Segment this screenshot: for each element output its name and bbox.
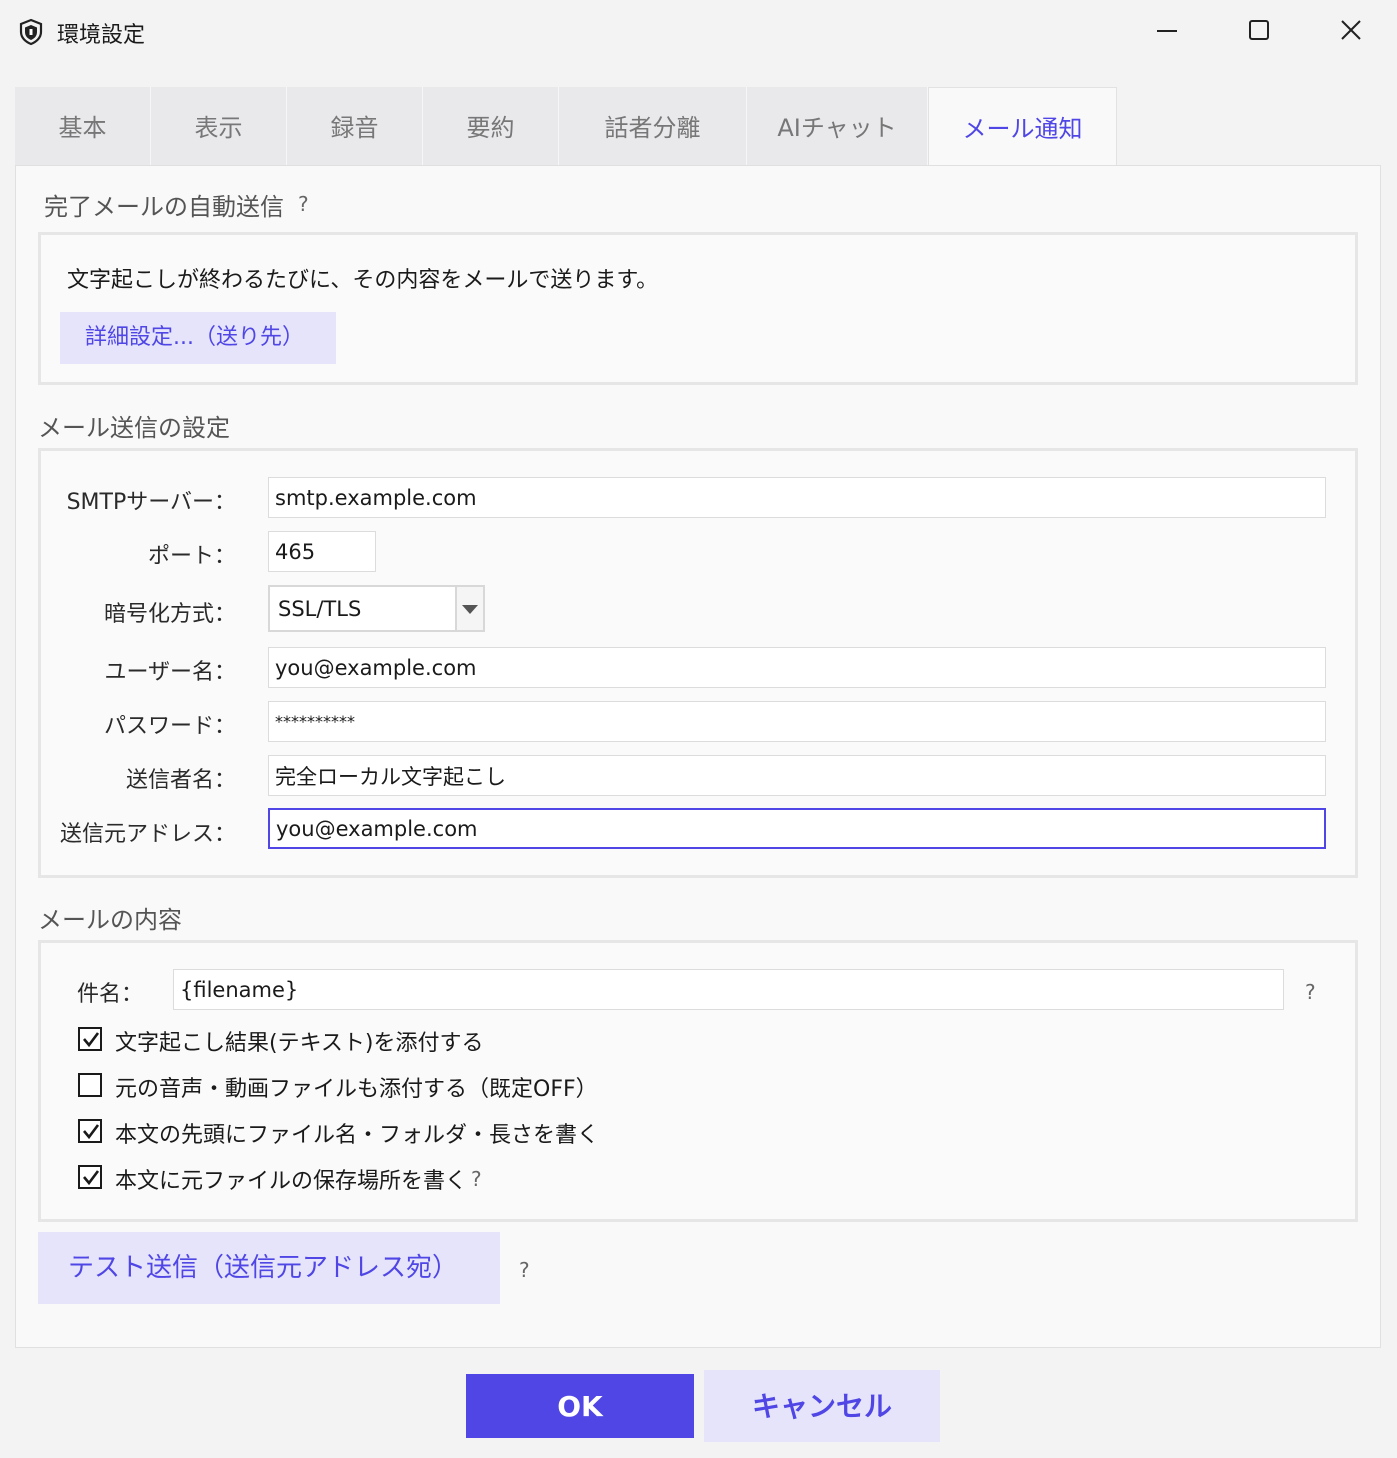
tab-basic[interactable]: 基本 <box>15 87 151 166</box>
chevron-down-icon[interactable] <box>455 587 483 630</box>
maximize-button[interactable] <box>1213 0 1305 62</box>
username-label: ユーザー名： <box>104 660 236 685</box>
tab-recording[interactable]: 録音 <box>287 87 423 166</box>
checkbox[interactable] <box>78 1165 102 1189</box>
subject-input[interactable] <box>173 969 1284 1010</box>
username-input[interactable] <box>268 647 1326 688</box>
option-label: 文字起こし結果(テキスト)を添付する <box>115 1031 484 1056</box>
checkbox[interactable] <box>78 1119 102 1143</box>
option-label: 本文の先頭にファイル名・フォルダ・長さを書く <box>115 1123 600 1148</box>
content-section-title: メールの内容 <box>38 906 182 934</box>
sender-name-label: 送信者名： <box>125 768 236 793</box>
port-label: ポート： <box>147 544 236 569</box>
shield-icon <box>18 18 44 46</box>
test-send-help-icon[interactable]: ? <box>519 1258 530 1282</box>
detail-settings-button[interactable]: 詳細設定...（送り先） <box>60 312 336 364</box>
test-send-button[interactable]: テスト送信（送信元アドレス宛） <box>38 1232 500 1304</box>
checkbox[interactable] <box>78 1027 102 1051</box>
encryption-select-value: SSL/TLS <box>278 597 362 621</box>
password-input[interactable] <box>268 701 1326 742</box>
tab-summary[interactable]: 要約 <box>423 87 559 166</box>
tab-speaker-separation[interactable]: 話者分離 <box>559 87 747 166</box>
tab-display[interactable]: 表示 <box>151 87 287 166</box>
subject-label: 件名： <box>77 982 144 1007</box>
cancel-button[interactable]: キャンセル <box>704 1370 940 1442</box>
encryption-label: 暗号化方式： <box>103 602 236 627</box>
checkbox[interactable] <box>78 1073 102 1097</box>
option-label: 元の音声・動画ファイルも添付する（既定OFF） <box>115 1077 598 1102</box>
tab-ai-chat[interactable]: AIチャット <box>747 87 928 166</box>
smtp-server-input[interactable] <box>268 477 1326 518</box>
smtp-section-title: メール送信の設定 <box>38 414 230 442</box>
minimize-button[interactable] <box>1121 0 1213 62</box>
title-bar: 環境設定 <box>0 0 1397 62</box>
port-input[interactable] <box>268 531 376 572</box>
tab-bar: 基本 表示 録音 要約 話者分離 AIチャット メール通知 <box>15 87 1380 167</box>
tab-mail-notification[interactable]: メール通知 <box>928 87 1117 167</box>
auto-send-help-icon[interactable]: ? <box>298 192 309 216</box>
window-title: 環境設定 <box>57 23 146 48</box>
sender-address-input[interactable] <box>268 808 1326 849</box>
smtp-server-label: SMTPサーバー： <box>66 490 236 515</box>
sender-address-label: 送信元アドレス： <box>59 822 236 847</box>
auto-send-description: 文字起こしが終わるたびに、その内容をメールで送ります。 <box>67 268 659 293</box>
close-button[interactable] <box>1305 0 1397 62</box>
body-header-help-icon[interactable]: ? <box>557 1121 568 1145</box>
body-location-help-icon[interactable]: ? <box>471 1167 482 1191</box>
sender-name-input[interactable] <box>268 755 1326 796</box>
ok-button[interactable]: OK <box>466 1374 694 1438</box>
auto-send-section-title: 完了メールの自動送信 <box>44 193 284 221</box>
option-label: 本文に元ファイルの保存場所を書く <box>115 1169 468 1194</box>
password-label: パスワード： <box>103 714 236 739</box>
subject-help-icon[interactable]: ? <box>1305 980 1316 1004</box>
encryption-select[interactable]: SSL/TLS <box>268 585 485 632</box>
